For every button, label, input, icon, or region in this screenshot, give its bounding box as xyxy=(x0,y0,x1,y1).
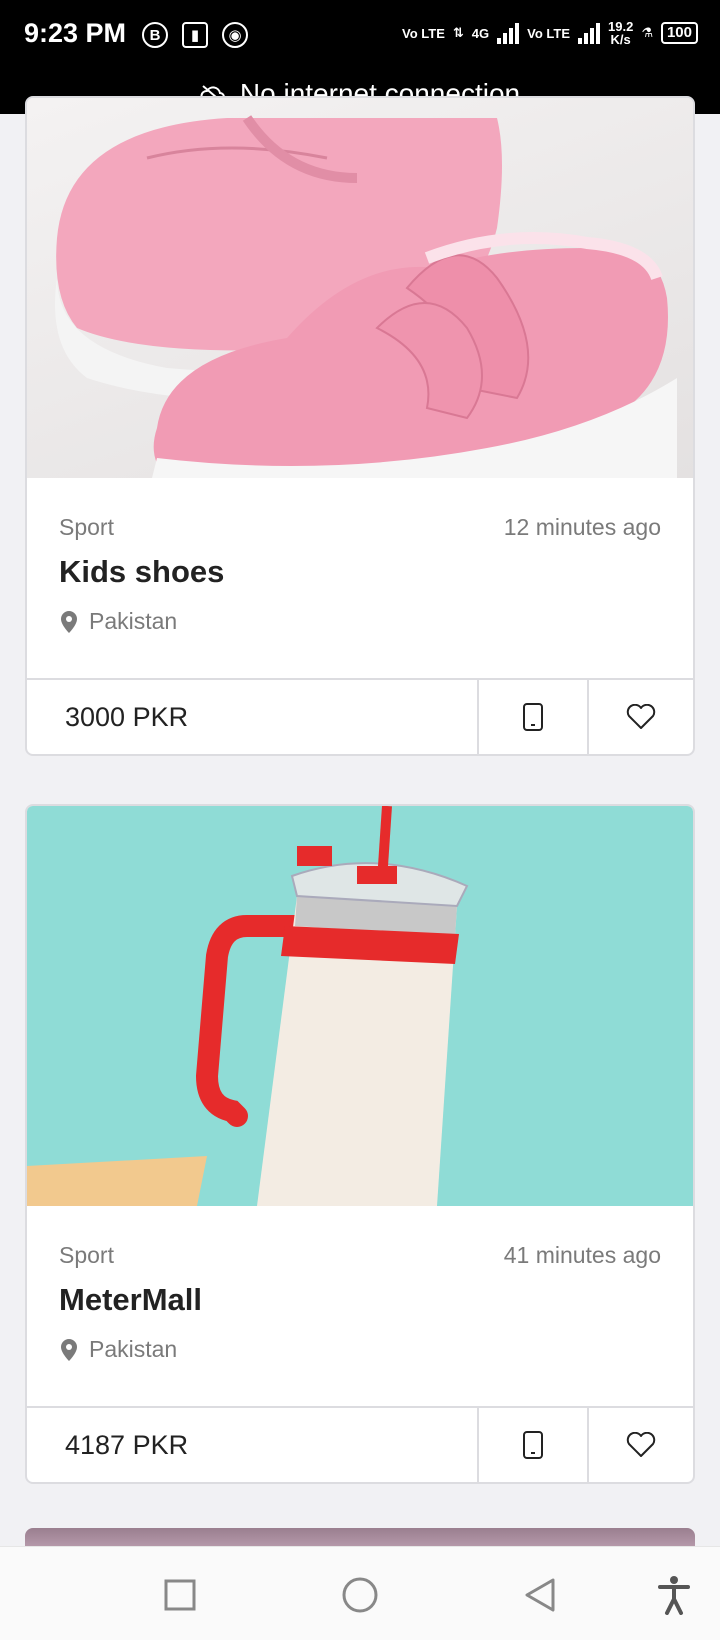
tumbler-image xyxy=(27,806,469,1206)
square-icon xyxy=(164,1579,196,1611)
signal-icon-2 xyxy=(578,22,600,44)
location-text: Pakistan xyxy=(89,608,178,634)
sim-icon: ▮ xyxy=(182,22,208,48)
notification-icons: B ▮ ◉ xyxy=(142,22,248,48)
phone-icon xyxy=(523,703,543,731)
data-arrows-icon: ⇅ xyxy=(452,25,464,40)
call-button[interactable] xyxy=(477,680,587,754)
system-status-icons: Vo LTE ⇅ 4G Vo LTE 19.2 K/s ⚗ 100 xyxy=(402,20,698,46)
listing-info: Sport 41 minutes ago MeterMall Pakistan xyxy=(27,1206,693,1406)
sync-icon: ◉ xyxy=(222,22,248,48)
listing-time: 41 minutes ago xyxy=(503,1242,661,1268)
status-time: 9:23 PM xyxy=(24,18,127,48)
phone-icon xyxy=(523,1431,543,1459)
circle-icon xyxy=(342,1577,378,1613)
listing-footer: 4187 PKR xyxy=(27,1406,693,1482)
listing-title[interactable]: Kids shoes xyxy=(59,554,224,590)
listing-location: Pakistan xyxy=(59,608,177,635)
call-button[interactable] xyxy=(477,1408,587,1482)
listing-price: 4187 PKR xyxy=(65,1429,189,1460)
signal-icon xyxy=(497,22,520,44)
pink-shoes-image xyxy=(55,115,677,478)
net-speed: 19.2 K/s xyxy=(608,20,633,46)
battery-icon: 100 xyxy=(660,22,698,44)
system-nav-bar xyxy=(0,1546,720,1640)
favorite-button[interactable] xyxy=(587,1408,693,1482)
recents-button[interactable] xyxy=(158,1573,202,1617)
location-pin-icon xyxy=(61,610,77,633)
lab-icon: ⚗ xyxy=(641,25,653,40)
location-text: Pakistan xyxy=(89,1336,178,1362)
location-pin-icon xyxy=(61,1338,77,1361)
network-type-label: 4G xyxy=(471,25,490,41)
listing-footer: 3000 PKR xyxy=(27,678,693,754)
heart-icon xyxy=(626,1432,656,1457)
triangle-back-icon xyxy=(525,1578,555,1612)
back-button[interactable] xyxy=(518,1573,562,1617)
listing-image[interactable] xyxy=(27,98,693,478)
listing-category: Sport xyxy=(59,514,114,540)
listing-info: Sport 12 minutes ago Kids shoes Pakistan xyxy=(27,478,693,678)
accessibility-icon xyxy=(658,1576,690,1615)
listing-time: 12 minutes ago xyxy=(503,514,661,540)
accessibility-button[interactable] xyxy=(652,1573,696,1617)
listing-card[interactable]: Sport 12 minutes ago Kids shoes Pakistan… xyxy=(25,96,695,756)
listing-price: 3000 PKR xyxy=(65,701,189,732)
listing-location: Pakistan xyxy=(59,1336,177,1363)
heart-icon xyxy=(626,704,656,729)
favorite-button[interactable] xyxy=(587,680,693,754)
listing-category: Sport xyxy=(59,1242,114,1268)
b-notification-icon: B xyxy=(142,22,168,48)
volte-label-2: Vo LTE xyxy=(527,25,570,41)
volte-label-1: Vo LTE xyxy=(402,25,445,41)
home-button[interactable] xyxy=(338,1573,382,1617)
listing-card[interactable]: Sport 41 minutes ago MeterMall Pakistan … xyxy=(25,804,695,1484)
listing-title[interactable]: MeterMall xyxy=(59,1282,202,1318)
net-speed-unit: K/s xyxy=(610,32,631,47)
listing-image[interactable] xyxy=(27,806,693,1206)
listing-card-partial[interactable] xyxy=(25,1528,695,1548)
